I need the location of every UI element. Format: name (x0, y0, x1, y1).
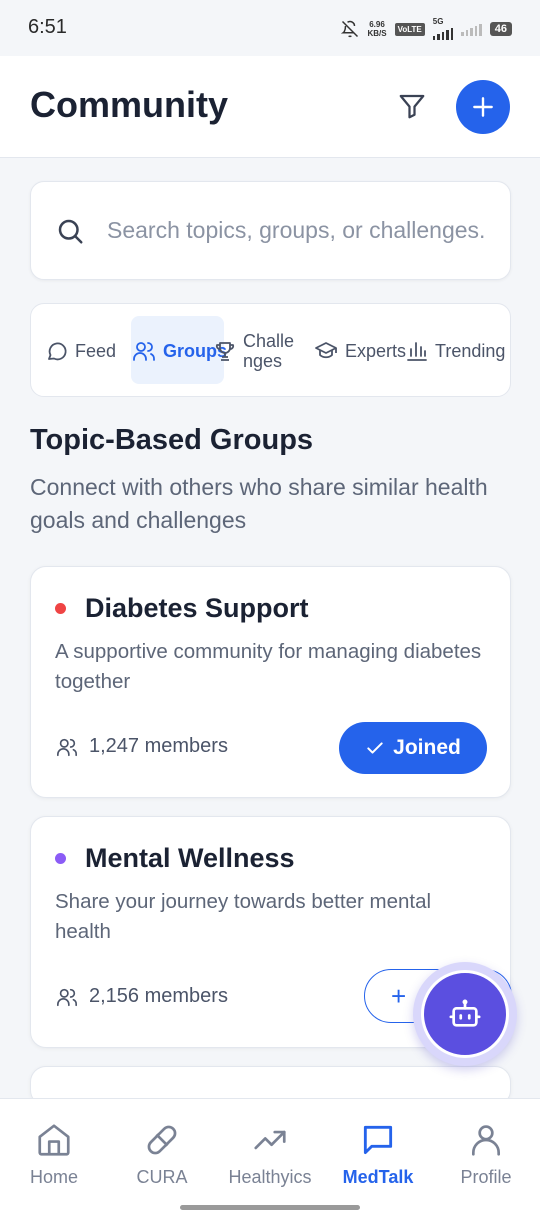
tab-label: Feed (75, 340, 117, 361)
status-icons: 6.96 KB/S VoLTE 5G 46 (341, 18, 512, 40)
net-speed: 6.96 KB/S (367, 20, 387, 38)
chat-bubble-icon (48, 342, 67, 361)
section-subtitle: Connect with others who share similar he… (30, 474, 488, 533)
user-icon (471, 1125, 501, 1156)
tab-trending[interactable]: Trending (405, 304, 506, 396)
signal-weak-icon (461, 22, 482, 36)
home-icon (38, 1124, 70, 1156)
check-icon (367, 742, 383, 754)
tab-label: Trending (435, 340, 506, 361)
nav-label: MedTalk (342, 1167, 414, 1187)
app-header: Community (0, 56, 540, 158)
chatbot-fab[interactable] (413, 962, 517, 1066)
battery-icon: 46 (489, 22, 512, 36)
mute-icon (341, 20, 359, 38)
volte-badge: VoLTE (394, 22, 425, 36)
group-color-dot (55, 603, 66, 614)
member-count: 1,247 members (55, 735, 228, 758)
group-name: Diabetes Support (85, 593, 309, 623)
graduation-cap-icon (315, 342, 337, 359)
nav-profile[interactable]: Profile (432, 1121, 540, 1188)
trending-up-icon (254, 1130, 286, 1150)
joined-button[interactable]: Joined (339, 722, 487, 774)
search-input[interactable] (107, 210, 487, 250)
page-title: Community (30, 84, 228, 125)
search-icon (58, 219, 83, 244)
users-icon (57, 738, 77, 756)
filter-icon (399, 94, 425, 119)
bottom-nav: Home CURA Healthyics MedTalk Profile (0, 1098, 540, 1218)
network-indicator: 5G (432, 18, 454, 40)
trophy-icon (215, 342, 235, 361)
home-indicator (180, 1205, 360, 1210)
tab-experts[interactable]: Experts (313, 304, 407, 396)
nav-label: CURA (136, 1167, 188, 1187)
nav-label: Healthyics (228, 1167, 312, 1187)
group-name: Mental Wellness (85, 843, 295, 873)
users-icon (133, 342, 155, 361)
users-icon (57, 988, 77, 1006)
tab-label: Experts (345, 340, 407, 361)
status-time: 6:51 (28, 16, 67, 38)
tab-challenges[interactable]: Challenges (213, 304, 301, 396)
group-card[interactable]: Diabetes Support A supportive community … (30, 566, 511, 798)
search-bar (30, 181, 511, 280)
group-description: A supportive community for managing diab… (55, 640, 482, 693)
pill-icon (147, 1125, 177, 1155)
plus-icon (473, 97, 493, 117)
nav-cura[interactable]: CURA (108, 1121, 216, 1188)
tab-label: Challenges (243, 331, 295, 371)
nav-medtalk[interactable]: MedTalk (324, 1121, 432, 1188)
bar-chart-icon (407, 342, 427, 361)
signal-icon (432, 26, 454, 40)
message-square-icon (363, 1125, 393, 1155)
nav-label: Profile (460, 1167, 512, 1187)
status-bar: 6:51 6.96 KB/S VoLTE 5G 46 (0, 0, 540, 56)
tab-feed[interactable]: Feed (45, 304, 117, 396)
filter-button[interactable] (392, 86, 432, 126)
member-count: 2,156 members (55, 985, 228, 1008)
section-title: Topic-Based Groups (30, 424, 314, 456)
community-tabs: Feed Groups Challenges Experts Trending (30, 303, 511, 397)
group-color-dot (55, 853, 66, 864)
chatbot-button[interactable] (421, 970, 509, 1058)
nav-healthyics[interactable]: Healthyics (216, 1121, 324, 1188)
group-description: Share your journey towards better mental… (55, 890, 432, 943)
robot-icon (449, 999, 481, 1027)
add-post-button[interactable] (456, 80, 510, 134)
nav-home[interactable]: Home (0, 1121, 108, 1188)
nav-label: Home (29, 1167, 78, 1187)
